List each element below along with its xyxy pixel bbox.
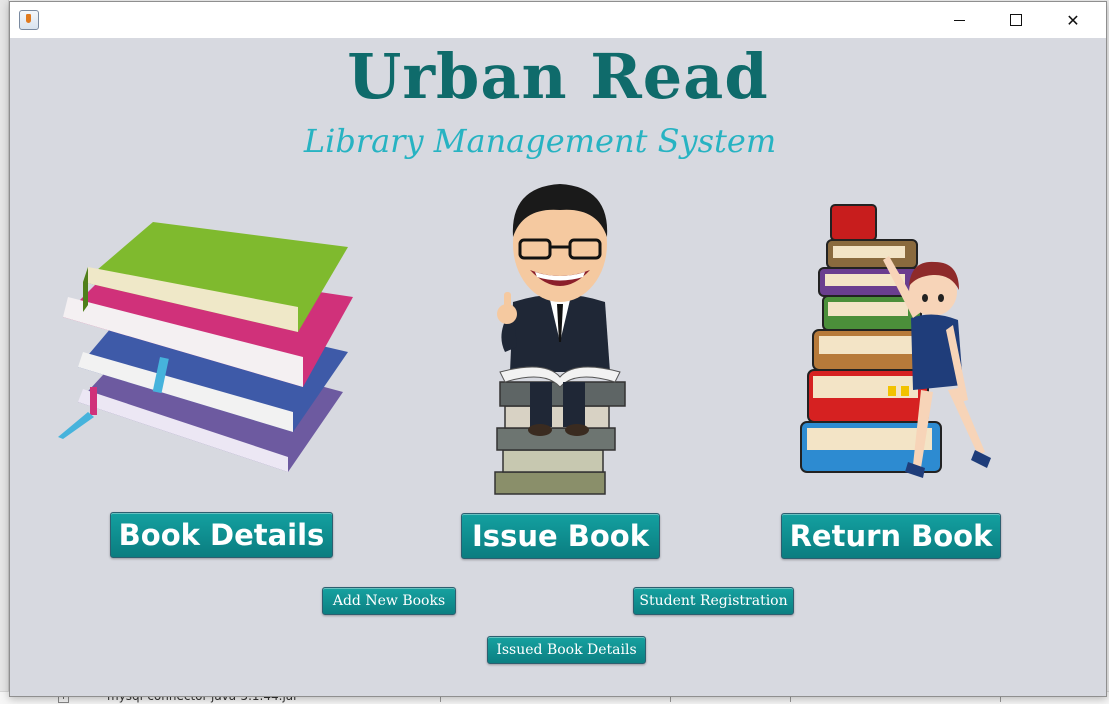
- app-subtitle: Library Management System: [303, 122, 777, 160]
- issue-book-button[interactable]: Issue Book: [461, 513, 660, 559]
- app-window: ✕ Urban Read Library Management System B…: [9, 1, 1107, 697]
- minimize-button[interactable]: [936, 2, 982, 38]
- maximize-icon: [1010, 14, 1022, 26]
- close-icon: ✕: [1066, 10, 1080, 30]
- ide-left-strip: [0, 0, 9, 704]
- maximize-button[interactable]: [993, 2, 1039, 38]
- minimize-icon: [953, 19, 965, 21]
- girl-with-books-illustration: [800, 204, 991, 478]
- man-reading-illustration: [494, 184, 626, 495]
- return-book-button[interactable]: Return Book: [781, 513, 1001, 559]
- title-bar[interactable]: ✕: [10, 2, 1106, 38]
- close-button[interactable]: ✕: [1050, 2, 1096, 38]
- book-stack-illustration: [58, 222, 353, 472]
- java-app-icon: [19, 10, 39, 30]
- student-registration-button[interactable]: Student Registration: [633, 587, 794, 615]
- issued-book-details-button[interactable]: Issued Book Details: [487, 636, 646, 664]
- book-details-button[interactable]: Book Details: [110, 512, 333, 558]
- app-title: Urban Read: [347, 40, 769, 113]
- add-new-books-button[interactable]: Add New Books: [322, 587, 456, 615]
